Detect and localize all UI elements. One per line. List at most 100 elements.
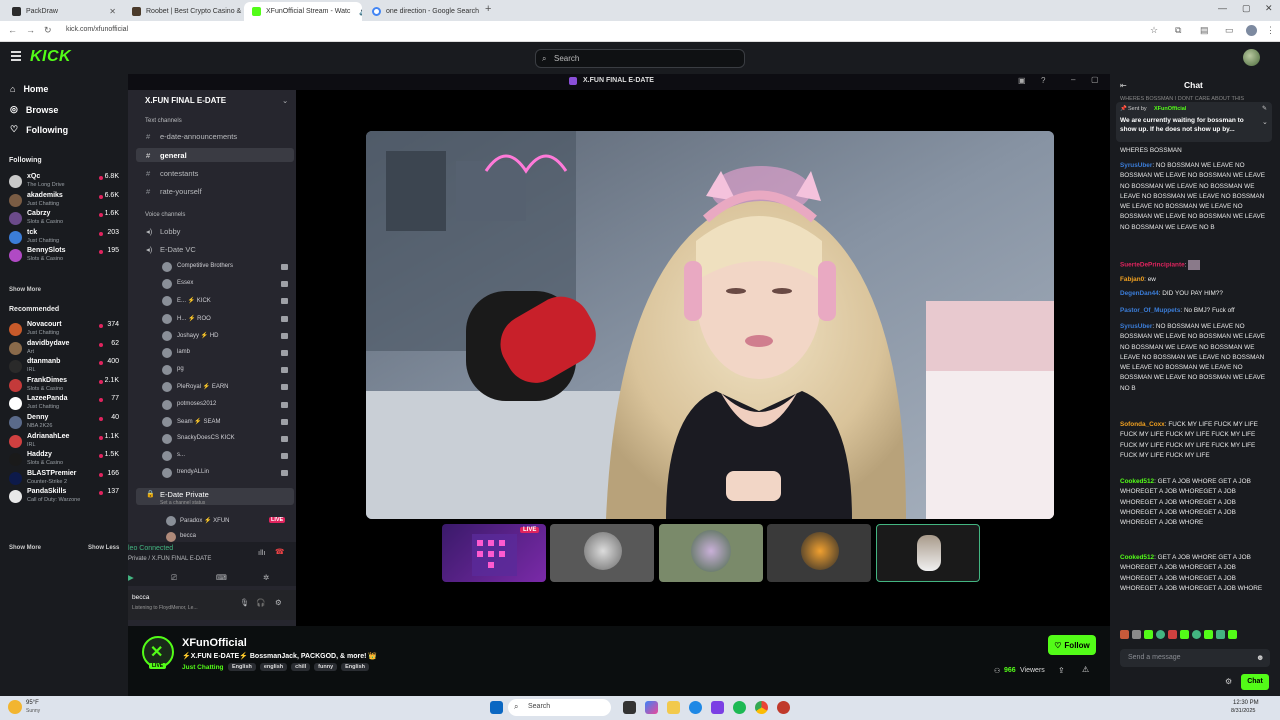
speaker-icon[interactable]: 🔊 <box>359 8 362 16</box>
chrome-icon[interactable] <box>755 701 768 714</box>
back-icon[interactable]: ← <box>8 25 17 35</box>
sidebar-channel[interactable]: FrankDimes Slots & Casino 2.1K <box>9 377 121 395</box>
nav-browse[interactable]: ◎ Browse <box>10 104 58 115</box>
chat-username[interactable]: Pastor_Of_Muppets <box>1120 307 1180 314</box>
emote-icon[interactable] <box>1216 630 1225 639</box>
voice-user[interactable]: Competitive Brothers <box>177 263 233 269</box>
stream-tag[interactable]: English <box>341 663 370 671</box>
help-icon[interactable]: ? <box>1041 76 1045 85</box>
app-icon[interactable] <box>777 701 790 714</box>
pinned-user[interactable]: XFunOfficial <box>1154 106 1186 112</box>
browser-tab-active[interactable]: XFunOfficial Stream - Watc 🔊 ✕ <box>244 2 362 21</box>
voice-connected-channel[interactable]: Private / X.FUN FINAL E-DATE <box>128 556 211 562</box>
mic-icon[interactable]: 🎙 <box>240 598 250 607</box>
emote-icon[interactable] <box>1132 630 1141 639</box>
voice-user[interactable]: potmoses2012 <box>177 401 216 407</box>
server-name[interactable]: X.FUN FINAL E-DATE <box>145 96 226 105</box>
main-video-feed[interactable] <box>366 131 1054 519</box>
voice-user[interactable]: Essex <box>177 280 193 286</box>
profile-avatar[interactable] <box>1246 25 1257 36</box>
chat-input[interactable]: Send a message ☻ <box>1120 649 1270 667</box>
sidebar-channel[interactable]: xQc The Long Drive 6.8K <box>9 173 121 191</box>
discord-app-icon[interactable] <box>711 701 724 714</box>
close-window-icon[interactable]: ✕ <box>1265 3 1273 14</box>
discord-username[interactable]: becca <box>132 594 149 601</box>
channel-announcements[interactable]: e-date-announcements <box>160 132 237 141</box>
participant-thumbnail-speaking[interactable] <box>876 524 980 582</box>
private-user[interactable]: Paradox ⚡ XFUN <box>180 517 230 524</box>
video-icon[interactable]: ▶ <box>128 573 134 582</box>
collapse-chat-icon[interactable]: ⇤ <box>1120 81 1127 90</box>
emote-icon[interactable] <box>1120 630 1129 639</box>
voice-user[interactable]: PleRoyal ⚡ EARN <box>177 383 229 390</box>
reload-icon[interactable]: ↻ <box>44 25 52 36</box>
show-more-following[interactable]: Show More <box>9 287 41 293</box>
show-less-recommended[interactable]: Show Less <box>88 545 119 551</box>
voice-user[interactable]: trendyALLin <box>177 469 209 475</box>
emote-icon[interactable] <box>1156 630 1165 639</box>
voice-user[interactable]: pg <box>177 366 184 372</box>
taskbar-search[interactable]: ⌕ Search <box>508 699 611 716</box>
voice-user[interactable]: SnackyDoesCS KICK <box>177 435 235 441</box>
weather-sun-icon[interactable] <box>8 700 22 714</box>
chevron-down-icon[interactable]: ⌄ <box>1262 118 1268 126</box>
sidebar-channel[interactable]: AdrianahLee IRL 1.1K <box>9 433 121 451</box>
channel-general[interactable]: general <box>160 151 187 160</box>
sidebar-channel[interactable]: PandaSkills Call of Duty: Warzone 137 <box>9 488 121 506</box>
forward-icon[interactable]: → <box>26 25 35 35</box>
hamburger-menu-icon[interactable] <box>11 51 21 61</box>
close-tab-icon[interactable]: ✕ <box>109 7 116 16</box>
clock-date[interactable]: 8/31/2025 <box>1231 708 1255 714</box>
new-tab-icon[interactable]: + <box>485 3 491 15</box>
search-input[interactable]: ⌕ Search <box>535 49 745 68</box>
soundboard-icon[interactable]: ıllı <box>258 548 266 557</box>
private-channel[interactable]: E-Date Private <box>160 490 209 499</box>
channel-name[interactable]: XFunOfficial <box>182 637 247 649</box>
chat-username[interactable]: Cooked512 <box>1120 554 1154 561</box>
chat-username[interactable]: SyrusUber <box>1120 162 1152 169</box>
sidebar-channel[interactable]: BennySlots Slots & Casino 195 <box>9 247 121 265</box>
edge-icon[interactable] <box>689 701 702 714</box>
stream-tag[interactable]: english <box>259 663 288 671</box>
chat-username[interactable]: SyrusUber <box>1120 323 1152 330</box>
maximize-icon[interactable]: ▢ <box>1242 3 1251 14</box>
unpin-icon[interactable]: ✎ <box>1262 105 1267 112</box>
chat-settings-gear-icon[interactable]: ⚙ <box>1225 677 1232 686</box>
copilot-icon[interactable] <box>645 701 658 714</box>
sidebar-channel[interactable]: Novacourt Just Chatting 374 <box>9 321 121 339</box>
emote-icon[interactable] <box>1180 630 1189 639</box>
stream-tag[interactable]: English <box>228 663 256 671</box>
chat-username[interactable]: Fabjan0 <box>1120 276 1144 283</box>
voice-channels-header[interactable]: Voice channels <box>145 212 185 218</box>
disconnect-icon[interactable]: ☎ <box>275 547 284 556</box>
headphones-icon[interactable]: 🎧 <box>256 598 265 607</box>
share-icon[interactable]: ⇪ <box>1058 666 1065 675</box>
sidebar-channel[interactable]: Denny NBA 2K26 40 <box>9 414 121 432</box>
chat-username[interactable]: SuerteDePrincipiante <box>1120 262 1185 269</box>
emote-icon[interactable] <box>1192 630 1201 639</box>
browser-tab[interactable]: one direction - Google Search ✕ <box>364 2 482 21</box>
stream-tag[interactable]: chill <box>291 663 311 671</box>
nav-following[interactable]: ♡ Following <box>10 124 68 135</box>
kick-logo[interactable]: KICK <box>30 48 71 66</box>
channel-rate-yourself[interactable]: rate-yourself <box>160 187 202 196</box>
voice-user[interactable]: lamb <box>177 349 190 355</box>
participant-thumbnail[interactable]: LIVE <box>442 524 546 582</box>
participant-thumbnail[interactable] <box>659 524 763 582</box>
screenshare-icon[interactable]: ⎚ <box>171 573 177 583</box>
sidebar-channel[interactable]: tck Just Chatting 203 <box>9 229 121 247</box>
settings-gear-icon[interactable]: ⚙ <box>275 598 282 607</box>
file-explorer-icon[interactable] <box>667 701 680 714</box>
cast-icon[interactable]: ▭ <box>1225 25 1234 36</box>
text-channels-header[interactable]: Text channels <box>145 118 182 124</box>
task-view-icon[interactable] <box>623 701 636 714</box>
sidebar-channel[interactable]: akademiks Just Chatting 6.6K <box>9 192 121 210</box>
emote-icon[interactable] <box>1144 630 1153 639</box>
private-user[interactable]: becca <box>180 533 196 539</box>
participant-thumbnail[interactable] <box>767 524 871 582</box>
discord-minimize-icon[interactable]: – <box>1071 75 1075 84</box>
menu-dots-icon[interactable]: ⋮ <box>1266 25 1275 36</box>
voice-channel-edate-vc[interactable]: E-Date VC <box>160 245 196 254</box>
clock-time[interactable]: 12:30 PM <box>1233 700 1259 706</box>
stream-category[interactable]: Just Chatting <box>182 664 224 671</box>
